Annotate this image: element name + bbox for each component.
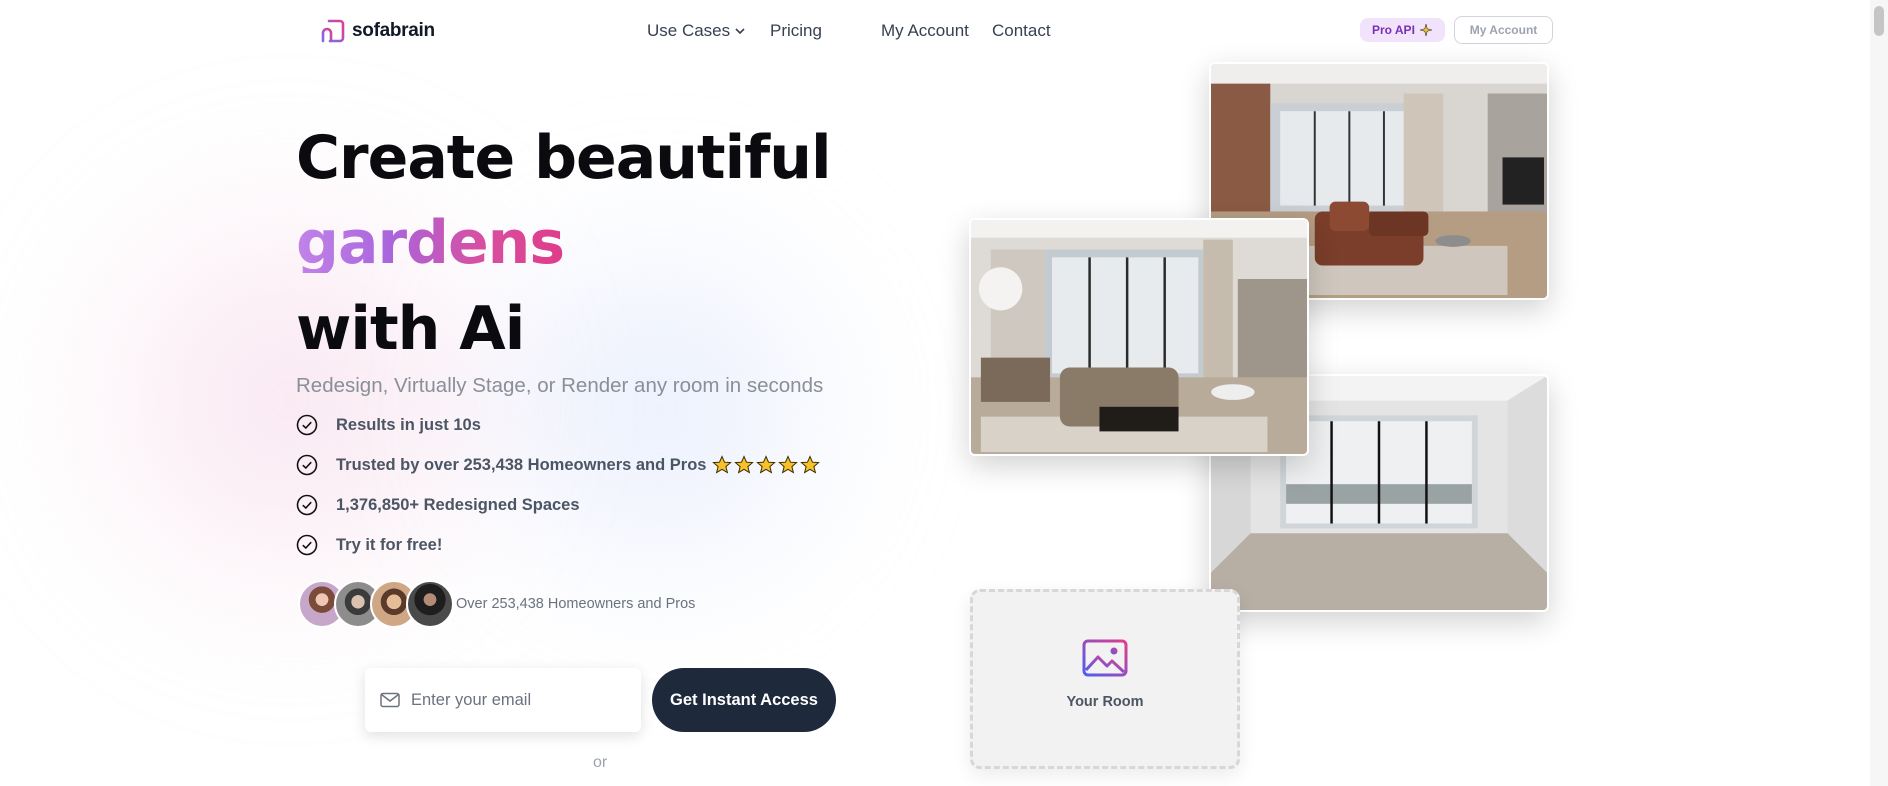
feature-text: Trusted by over 253,438 Homeowners and P… [336,455,707,474]
scrollbar-thumb[interactable] [1874,6,1884,36]
star-icon [734,455,755,474]
feature-text: 1,376,850+ Redesigned Spaces [336,495,580,514]
chevron-down-icon [735,28,745,35]
star-icon [712,455,733,474]
feature-item: Results in just 10s [296,414,481,436]
logo-icon [321,19,345,43]
sparkle-icon [1419,23,1432,37]
check-circle-icon [296,494,318,516]
avatar [406,580,454,628]
nav-pricing-label: Pricing [770,21,822,40]
get-instant-access-button[interactable]: Get Instant Access [652,668,836,732]
nav-use-cases-label: Use Cases [647,21,731,40]
nav-use-cases[interactable]: Use Cases [647,21,746,41]
check-circle-icon [296,414,318,436]
image-icon [1082,639,1128,677]
star-icon [778,455,799,474]
nav-my-account[interactable]: My Account [881,21,969,41]
nav-pricing[interactable]: Pricing [770,21,822,41]
room-image [971,220,1307,454]
hero-title-highlight: gardens [296,208,565,278]
email-field-wrapper[interactable] [365,668,641,732]
rating-stars [712,455,821,475]
nav-contact-label: Contact [992,21,1051,40]
page-scrollbar[interactable] [1870,0,1888,786]
feature-item: Trusted by over 253,438 Homeowners and P… [296,454,821,476]
pro-api-badge[interactable]: Pro API [1360,18,1445,42]
your-room-label: Your Room [1066,694,1144,710]
check-circle-icon [296,454,318,476]
user-avatars [298,580,454,628]
my-account-button[interactable]: My Account [1454,16,1553,44]
check-circle-icon [296,534,318,556]
or-divider-text: or [593,754,608,771]
feature-item: Try it for free! [296,534,442,556]
email-input[interactable] [411,690,611,710]
brand-name: sofabrain [352,20,435,41]
nav-my-account-label: My Account [881,21,969,40]
hero-title-line-3: with Ai [296,294,525,364]
hero-title-line-1: Create beautiful [296,123,832,193]
pro-api-label: Pro API [1372,23,1415,37]
feature-text: Results in just 10s [336,415,481,434]
nav-contact[interactable]: Contact [992,21,1051,41]
star-icon [756,455,777,474]
brand-logo[interactable]: sofabrain [320,18,435,44]
star-icon [800,455,821,474]
hero-subtitle: Redesign, Virtually Stage, or Render any… [296,374,824,397]
top-navigation: sofabrain Use Cases Pricing My Account C… [0,0,1870,64]
your-room-upload-area[interactable]: Your Room [970,589,1240,769]
staged-room-image-lounge [969,218,1309,456]
feature-item: 1,376,850+ Redesigned Spaces [296,494,580,516]
mail-icon [380,692,400,708]
social-proof-text: Over 253,438 Homeowners and Pros [456,596,696,612]
feature-text: Try it for free! [336,535,443,554]
